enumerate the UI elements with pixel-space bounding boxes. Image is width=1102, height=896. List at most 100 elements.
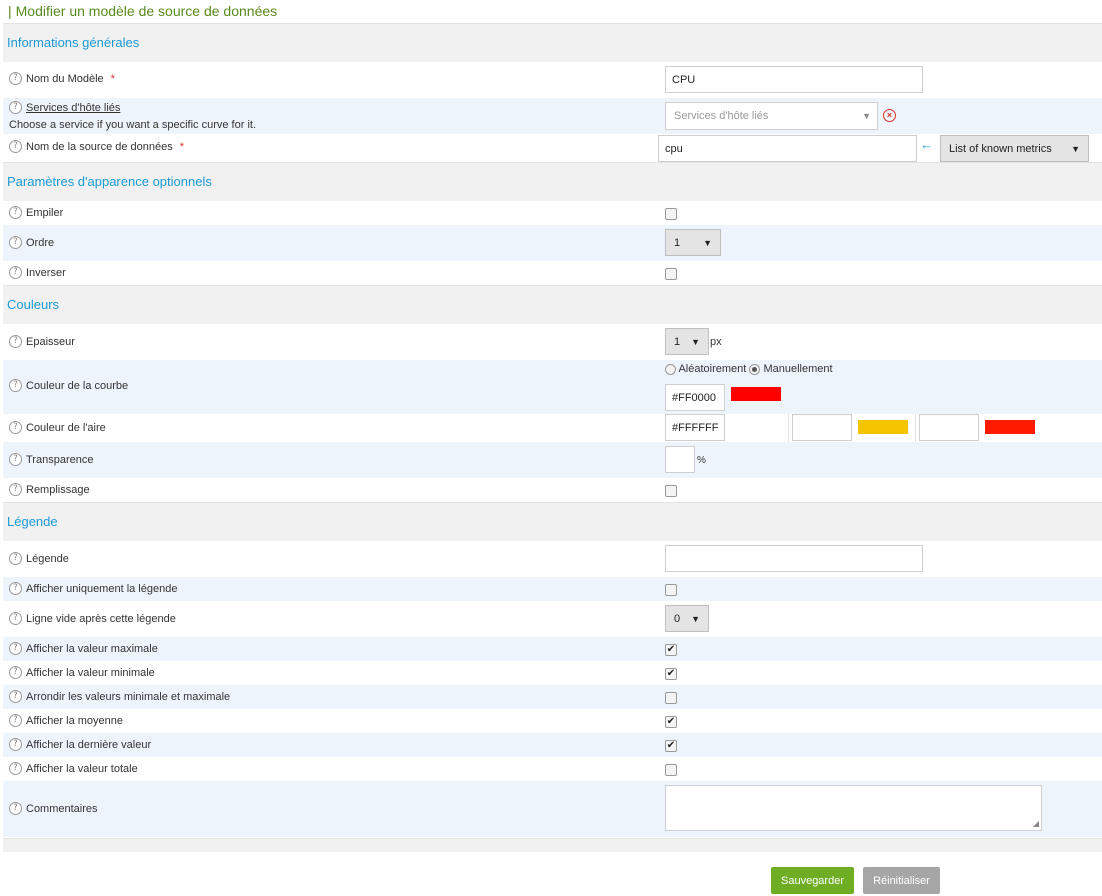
section-appearance: Paramètres d'apparence optionnels: [3, 162, 1102, 201]
curve-color-input[interactable]: #FF0000: [665, 384, 725, 411]
chevron-down-icon: ▼: [1071, 143, 1080, 154]
manual-radio[interactable]: [749, 363, 761, 375]
help-icon[interactable]: ?: [9, 612, 22, 625]
save-button[interactable]: Sauvegarder: [771, 867, 854, 894]
curve-color-label: Couleur de la courbe: [26, 379, 129, 392]
help-icon[interactable]: ?: [9, 802, 22, 815]
linked-services-label-group: ? Services d'hôte liés: [9, 101, 120, 114]
help-icon[interactable]: ?: [9, 762, 22, 775]
legend-label-group: ? Légende: [9, 552, 69, 565]
show-total-checkbox[interactable]: [665, 764, 677, 776]
fill-label: Remplissage: [26, 483, 90, 496]
row-legend: ? Légende: [3, 541, 1102, 577]
row-show-total: ? Afficher la valeur totale: [3, 757, 1102, 781]
show-total-label-group: ? Afficher la valeur totale: [9, 762, 138, 775]
help-icon[interactable]: ?: [9, 582, 22, 595]
area-color-label: Couleur de l'aire: [26, 421, 106, 434]
chevron-down-icon: ▼: [691, 613, 700, 624]
row-stack: ? Empiler: [3, 201, 1102, 225]
curve-color-swatch[interactable]: [731, 387, 781, 401]
help-icon[interactable]: ?: [9, 140, 22, 153]
order-label-group: ? Ordre: [9, 236, 54, 249]
invert-label-group: ? Inverser: [9, 266, 66, 279]
show-min-label-group: ? Afficher la valeur minimale: [9, 666, 155, 679]
comments-textarea[interactable]: ◢: [665, 785, 1042, 831]
model-name-input[interactable]: CPU: [665, 66, 923, 93]
show-total-label: Afficher la valeur totale: [26, 762, 138, 775]
show-last-label: Afficher la dernière valeur: [26, 738, 152, 751]
row-curve-color: ? Couleur de la courbe Aléatoirement Man…: [3, 360, 1102, 414]
help-icon[interactable]: ?: [9, 206, 22, 219]
area-color-input[interactable]: #FFFFFF: [665, 414, 725, 441]
random-radio[interactable]: [665, 363, 676, 375]
help-icon[interactable]: ?: [9, 483, 22, 496]
area-color-label-group: ? Couleur de l'aire: [9, 421, 106, 434]
help-icon[interactable]: ?: [9, 714, 22, 727]
critical-color-input[interactable]: [919, 414, 979, 441]
stack-checkbox[interactable]: [665, 208, 677, 220]
help-icon[interactable]: ?: [9, 379, 22, 392]
ds-name-label: Nom de la source de données: [26, 140, 173, 153]
help-icon[interactable]: ?: [9, 72, 22, 85]
help-icon[interactable]: ?: [9, 101, 22, 114]
linked-services-select[interactable]: Services d'hôte liés ▼: [665, 102, 878, 130]
round-checkbox[interactable]: [665, 692, 677, 704]
thickness-label-group: ? Epaisseur: [9, 335, 75, 348]
transparency-input[interactable]: [665, 446, 695, 473]
thickness-unit: px: [710, 336, 722, 348]
ds-name-label-group: ? Nom de la source de données *: [9, 140, 184, 153]
legend-input[interactable]: [665, 545, 923, 572]
critical-color-swatch[interactable]: [985, 420, 1035, 434]
fill-checkbox[interactable]: [665, 485, 677, 497]
invert-checkbox[interactable]: [665, 268, 677, 280]
help-icon[interactable]: ?: [9, 690, 22, 703]
transparency-label-group: ? Transparence: [9, 453, 93, 466]
help-icon[interactable]: ?: [9, 642, 22, 655]
clear-icon[interactable]: ×: [883, 109, 896, 122]
help-icon[interactable]: ?: [9, 421, 22, 434]
warning-color-input[interactable]: [792, 414, 852, 441]
help-icon[interactable]: ?: [9, 738, 22, 751]
arrow-left-icon[interactable]: ←: [920, 137, 933, 152]
order-label: Ordre: [26, 236, 55, 249]
only-legend-checkbox[interactable]: [665, 584, 677, 596]
color-mode-group: Aléatoirement Manuellement: [665, 363, 833, 375]
row-order: ? Ordre 1 ▼: [3, 225, 1102, 261]
row-fill: ? Remplissage: [3, 478, 1102, 502]
show-max-checkbox[interactable]: ✔: [665, 644, 677, 656]
title-bar: |: [8, 3, 12, 19]
help-icon[interactable]: ?: [9, 266, 22, 279]
help-icon[interactable]: ?: [9, 236, 22, 249]
help-icon[interactable]: ?: [9, 552, 22, 565]
legend-label: Légende: [26, 552, 69, 565]
ds-name-input[interactable]: cpu: [658, 135, 917, 162]
order-select[interactable]: 1 ▼: [665, 229, 721, 256]
row-invert: ? Inverser: [3, 261, 1102, 285]
resize-handle-icon[interactable]: ◢: [1033, 819, 1039, 828]
warning-color-swatch[interactable]: [858, 420, 908, 434]
divider: [915, 414, 916, 442]
show-last-checkbox[interactable]: ✔: [665, 740, 677, 752]
invert-label: Inverser: [26, 266, 66, 279]
help-icon[interactable]: ?: [9, 335, 22, 348]
row-ds-name: ? Nom de la source de données * cpu ← Lis…: [3, 134, 1102, 162]
show-avg-checkbox[interactable]: ✔: [665, 716, 677, 728]
only-legend-label-group: ? Afficher uniquement la légende: [9, 582, 177, 595]
show-min-checkbox[interactable]: ✔: [665, 668, 677, 680]
row-show-min: ? Afficher la valeur minimale ✔: [3, 661, 1102, 685]
stack-label: Empiler: [26, 206, 64, 219]
linked-services-hint: Choose a service if you want a specific …: [9, 119, 256, 131]
form-footer-bar: [3, 839, 1102, 852]
round-label-group: ? Arrondir les valeurs minimale et maxim…: [9, 690, 230, 703]
random-label: Aléatoirement: [678, 363, 747, 375]
empty-line-select[interactable]: 0 ▼: [665, 605, 709, 632]
reset-button[interactable]: Réinitialiser: [863, 867, 940, 894]
help-icon[interactable]: ?: [9, 666, 22, 679]
thickness-select[interactable]: 1 ▼: [665, 328, 709, 355]
fill-label-group: ? Remplissage: [9, 483, 90, 496]
help-icon[interactable]: ?: [9, 453, 22, 466]
linked-services-label: Services d'hôte liés: [26, 101, 121, 114]
row-linked-services: ? Services d'hôte liés Choose a service …: [3, 98, 1102, 134]
known-metrics-select[interactable]: List of known metrics ▼: [940, 135, 1089, 162]
area-color-swatch[interactable]: [731, 420, 781, 434]
